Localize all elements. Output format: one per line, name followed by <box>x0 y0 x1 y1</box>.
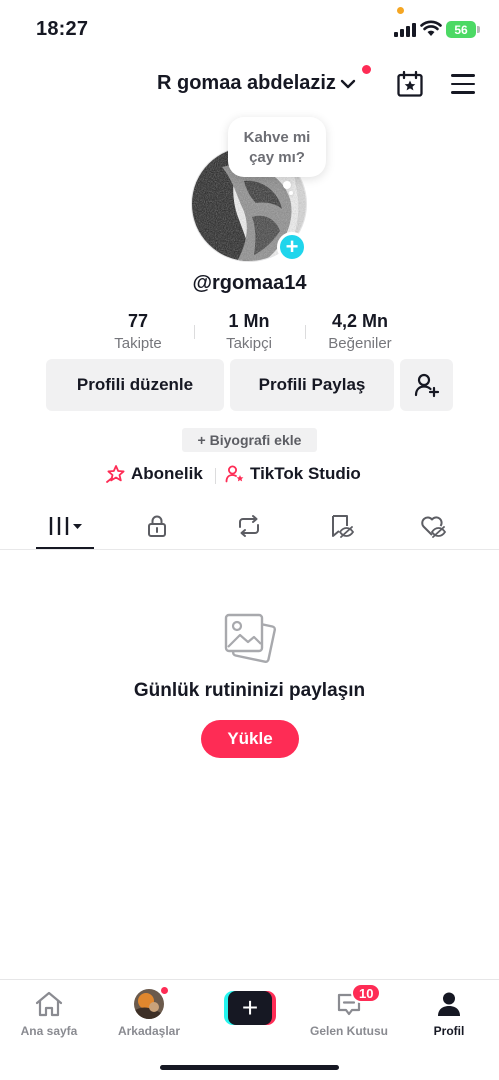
note-bubble[interactable]: Kahve mi çay mı? <box>228 117 326 177</box>
tab-videos[interactable] <box>20 503 110 549</box>
links-divider <box>215 468 216 484</box>
lock-icon <box>148 515 166 537</box>
nav-friends-label: Arkadaşlar <box>117 1024 181 1038</box>
inbox-badge: 10 <box>351 983 382 1003</box>
tiktok-studio-link[interactable]: TikTok Studio <box>225 464 361 484</box>
inbox-icon: 10 <box>333 983 382 1020</box>
note-line-1: Kahve mi <box>243 129 311 146</box>
stat-followers-label: Takipçi <box>226 335 272 352</box>
nav-inbox[interactable]: 10 Gelen Kutusu <box>304 983 394 1038</box>
nav-inbox-label: Gelen Kutusu <box>309 1024 388 1038</box>
profile-header: R gomaa abdelaziz <box>0 62 499 108</box>
repost-icon <box>239 515 259 537</box>
chevron-down-icon <box>340 79 356 88</box>
subscription-link[interactable]: Abonelik <box>106 464 203 484</box>
status-bar: 18:27 56 <box>0 0 499 60</box>
content-tabs <box>0 503 499 550</box>
profile-links: Abonelik TikTok Studio <box>0 464 499 488</box>
upload-button[interactable]: Yükle <box>201 720 299 758</box>
studio-person-star-icon <box>225 465 244 483</box>
note-line-2: çay mı? <box>249 149 305 166</box>
edit-profile-label: Profili düzenle <box>76 375 194 394</box>
add-bio-button[interactable]: + Biyografi ekle <box>182 428 317 452</box>
stat-likes-value: 4,2 Mn <box>331 311 388 331</box>
add-friend-button[interactable] <box>400 359 453 411</box>
bubble-tail-dot-small <box>289 191 293 195</box>
stat-likes-label: Beğeniler <box>328 335 392 352</box>
menu-icon[interactable] <box>451 74 475 94</box>
username-title: R gomaa abdelaziz <box>157 72 336 94</box>
tab-reposts[interactable] <box>204 503 294 549</box>
tab-private[interactable] <box>112 503 202 549</box>
status-time: 18:27 <box>36 18 89 40</box>
battery-icon: 56 <box>446 21 476 38</box>
account-switcher[interactable]: R gomaa abdelaziz <box>157 72 356 95</box>
edit-profile-button[interactable]: Profili düzenle <box>46 359 224 411</box>
calendar-star-icon[interactable] <box>396 70 424 98</box>
subscription-star-icon <box>106 465 125 483</box>
battery-tip <box>477 26 480 33</box>
profile-stats: 77 Takipte 1 Mn Takipçi 4,2 Mn Beğeniler <box>0 309 499 355</box>
subscription-label: Abonelik <box>131 464 203 483</box>
wifi-icon <box>420 20 442 36</box>
stat-following[interactable]: 77 Takipte <box>83 309 193 355</box>
stat-likes[interactable]: 4,2 Mn Beğeniler <box>305 309 415 355</box>
stat-followers[interactable]: 1 Mn Takipçi <box>194 309 304 355</box>
notification-dot <box>362 65 371 74</box>
stat-following-value: 77 <box>127 311 149 331</box>
friends-avatar-icon <box>133 986 169 1020</box>
nav-profile[interactable]: Profil <box>404 988 494 1038</box>
nav-home-label: Ana sayfa <box>20 1024 78 1038</box>
home-icon <box>33 988 65 1020</box>
videos-grid-icon <box>49 517 82 535</box>
create-post-button[interactable]: + <box>224 991 276 1025</box>
saved-bookmark-hidden-icon <box>332 515 354 538</box>
empty-state-title: Günlük rutininizi paylaşın <box>133 680 366 701</box>
home-indicator <box>160 1065 339 1070</box>
battery-level: 56 <box>454 22 468 37</box>
profile-handle: @rgomaa14 <box>192 272 307 294</box>
liked-heart-hidden-icon <box>421 516 447 538</box>
friends-notification-dot <box>160 986 169 995</box>
tab-liked[interactable] <box>388 503 478 549</box>
cellular-signal-icon <box>394 23 416 37</box>
tiktok-studio-label: TikTok Studio <box>250 464 361 483</box>
nav-friends[interactable]: Arkadaşlar <box>104 986 194 1038</box>
privacy-indicator-dot <box>397 7 404 14</box>
add-user-icon <box>414 373 439 398</box>
share-profile-button[interactable]: Profili Paylaş <box>230 359 394 411</box>
add-story-plus-icon[interactable]: + <box>277 232 307 262</box>
active-tab-indicator <box>36 547 94 549</box>
bubble-tail-dot <box>283 181 291 189</box>
photos-placeholder-icon <box>224 613 276 663</box>
plus-icon: + <box>228 991 272 1025</box>
stat-following-label: Takipte <box>114 335 162 352</box>
stat-followers-value: 1 Mn <box>228 311 270 331</box>
nav-home[interactable]: Ana sayfa <box>4 988 94 1038</box>
tab-favorites[interactable] <box>296 503 386 549</box>
share-profile-label: Profili Paylaş <box>258 375 366 394</box>
profile-icon <box>433 988 465 1020</box>
nav-profile-label: Profil <box>433 1024 465 1038</box>
